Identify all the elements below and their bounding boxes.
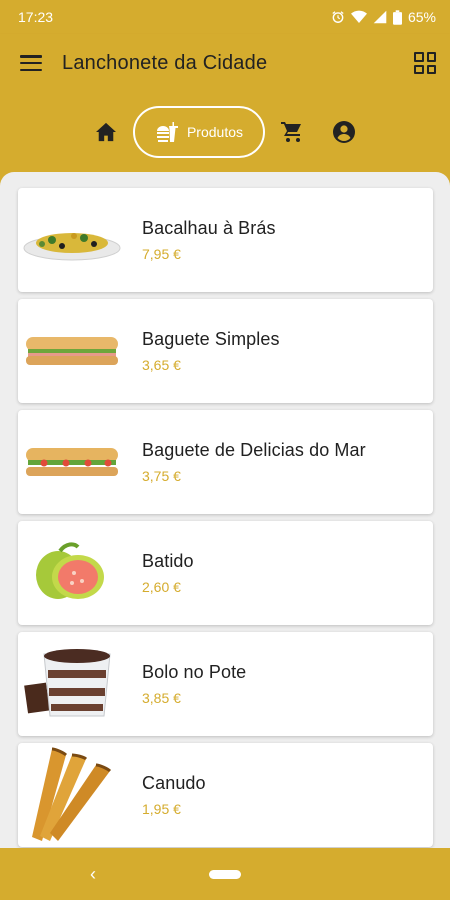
nav-products[interactable]: Produtos — [133, 106, 265, 158]
product-image-bacalhau — [20, 188, 124, 292]
product-image-baguete-delicias — [20, 410, 124, 514]
alarm-icon — [332, 11, 344, 23]
product-name: Baguete de Delicias do Mar — [142, 440, 366, 460]
menu-icon[interactable] — [20, 55, 42, 71]
account-circle-icon — [333, 121, 355, 143]
product-name: Baguete Simples — [142, 329, 280, 349]
nav-cart[interactable] — [279, 120, 305, 144]
product-price: 1,95 € — [142, 801, 181, 817]
app-title: Lanchonete da Cidade — [62, 51, 268, 74]
product-image-baguete-simples — [20, 299, 124, 403]
product-image-batido — [20, 521, 124, 625]
product-card[interactable]: Bolo no Pote 3,85 € — [18, 632, 433, 736]
top-navigation: Produtos — [0, 92, 450, 172]
product-card[interactable]: Baguete de Delicias do Mar 3,75 € — [18, 410, 433, 514]
cart-icon — [281, 122, 301, 142]
battery-level: 65% — [407, 9, 436, 25]
status-bar: 17:23 65% — [0, 0, 450, 34]
product-price: 3,65 € — [142, 357, 181, 373]
nav-home[interactable] — [93, 122, 119, 142]
product-card[interactable]: Batido 2,60 € — [18, 521, 433, 625]
product-card[interactable]: Bacalhau à Brás 7,95 € — [18, 188, 433, 292]
product-name: Batido — [142, 551, 194, 571]
back-chevron-icon[interactable]: ‹ — [90, 864, 96, 885]
product-price: 2,60 € — [142, 579, 181, 595]
product-list[interactable]: Bacalhau à Brás 7,95 € Baguete Simples 3… — [0, 172, 450, 848]
status-time: 17:23 — [18, 9, 54, 25]
fastfood-icon — [156, 122, 178, 142]
product-price: 3,75 € — [142, 468, 181, 484]
product-name: Bacalhau à Brás — [142, 218, 276, 238]
product-name: Bolo no Pote — [142, 662, 247, 682]
wifi-icon — [350, 10, 367, 23]
home-gesture-pill[interactable] — [209, 870, 241, 879]
product-price: 3,85 € — [142, 690, 181, 706]
nav-products-label: Produtos — [186, 124, 244, 140]
product-image-canudo — [20, 743, 124, 847]
system-nav-bar: ‹ — [0, 848, 450, 900]
product-card[interactable]: Canudo 1,95 € — [18, 743, 433, 847]
nav-account[interactable] — [331, 120, 357, 144]
product-card[interactable]: Baguete Simples 3,65 € — [18, 299, 433, 403]
battery-icon — [392, 9, 402, 25]
home-icon — [96, 122, 116, 142]
product-name: Canudo — [142, 773, 206, 793]
status-icons: 65% — [331, 9, 436, 25]
grid-view-icon[interactable] — [414, 52, 436, 74]
product-price: 7,95 € — [142, 246, 181, 262]
signal-icon — [373, 10, 387, 24]
app-bar: Lanchonete da Cidade — [0, 34, 450, 92]
product-image-bolo-no-pote — [20, 632, 124, 736]
